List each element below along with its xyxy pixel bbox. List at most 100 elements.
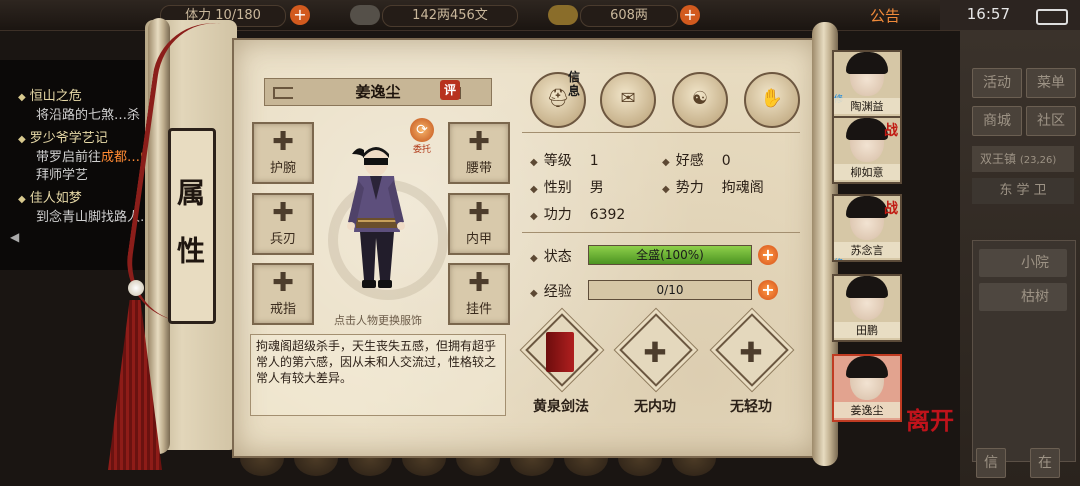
stat-value: 0 — [721, 153, 731, 169]
equip-slot-pendant[interactable]: ✚ 挂件 — [448, 263, 510, 325]
equip-slot-label: 戒指 — [269, 302, 296, 317]
info-label: 信息 — [568, 70, 581, 98]
mail-button[interactable]: 信 — [976, 448, 1006, 478]
divider — [522, 132, 800, 133]
plus-icon: ✚ — [643, 336, 667, 369]
member-name: 田鹏 — [834, 322, 900, 338]
leave-button[interactable]: 离开 — [906, 409, 954, 433]
skill-label: 黄泉剑法 — [533, 399, 589, 415]
skill-label: 无内功 — [634, 399, 676, 415]
state-bar: 全盛(100%) — [588, 245, 752, 265]
bagua-icon[interactable]: ☯ — [672, 72, 728, 128]
shop-button[interactable]: 商城 — [972, 106, 1022, 136]
community-button[interactable]: 社区 — [1026, 106, 1076, 136]
stat-power: ◆ 功力 6392 — [530, 204, 625, 224]
add-stamina-button[interactable]: + — [290, 5, 310, 25]
exp-bar: 0/10 — [588, 280, 752, 300]
character-avatar[interactable] — [318, 140, 448, 310]
stat-exp: ◆ 经验 — [530, 281, 590, 301]
activity-button[interactable]: 活动 — [972, 68, 1022, 98]
equip-slot-label: 护腕 — [269, 161, 296, 176]
plus-icon: ✚ — [272, 127, 294, 157]
location-name: 双王镇 — [980, 152, 1017, 166]
state-bar-text: 全盛(100%) — [636, 248, 704, 262]
device-status-bar: 16:57 — [940, 0, 1080, 30]
party-member[interactable]: 修 陶渊益 — [832, 50, 902, 118]
diamond-icon: ◆ — [662, 184, 670, 195]
party-member[interactable]: 战 修 苏念言 — [832, 194, 902, 262]
skill-slot-sword[interactable]: 黄泉剑法 — [525, 313, 599, 415]
portrait-hair — [846, 196, 888, 218]
meridian-icon[interactable]: ✋ — [744, 72, 800, 128]
location-display: 双王镇 (23,26) — [972, 146, 1074, 172]
equip-slot-belt[interactable]: ✚ 腰带 — [448, 122, 510, 184]
stat-label: 势力 — [675, 180, 704, 196]
restore-state-button[interactable]: + — [758, 245, 778, 265]
add-gold-button[interactable]: + — [680, 5, 700, 25]
skill-slot-inner[interactable]: ✚ 无内功 — [619, 313, 693, 415]
plus-icon: ✚ — [739, 336, 763, 369]
stat-favor: ◆ 好感 0 — [662, 150, 731, 170]
portrait-hair — [846, 52, 888, 74]
stat-value: 1 — [589, 153, 599, 169]
stat-gender: ◆ 性别 男 — [530, 177, 604, 197]
stat-label: 等级 — [543, 153, 572, 169]
equip-slot-label: 内甲 — [465, 232, 492, 247]
member-name: 姜逸尘 — [834, 402, 900, 418]
character-description: 拘魂阁超级杀手，天生丧失五感，但拥有超乎常人的第六感，因从未和人交流过，性格较之… — [250, 334, 506, 416]
stat-state: ◆ 状态 — [530, 246, 590, 266]
divider — [522, 232, 800, 233]
equip-slot-label: 挂件 — [465, 302, 492, 317]
equip-slot-ring[interactable]: ✚ 戒指 — [252, 263, 314, 325]
notice-button[interactable]: 公告 — [870, 5, 900, 26]
add-exp-button[interactable]: + — [758, 280, 778, 300]
equip-slot-weapon[interactable]: ✚ 兵刃 — [252, 193, 314, 255]
change-outfit-hint: 点击人物更换服饰 — [334, 314, 422, 327]
party-member[interactable]: 田鹏 — [832, 274, 902, 342]
equip-slot-wristguard[interactable]: ✚ 护腕 — [252, 122, 314, 184]
stat-label: 功力 — [543, 207, 572, 223]
member-tag: 战 — [884, 201, 898, 217]
scene-item[interactable]: 枯树 — [979, 283, 1067, 311]
scroll-title: 属性 — [168, 128, 216, 324]
gold-counter: 608两 — [580, 5, 678, 27]
stat-value: 6392 — [589, 207, 626, 223]
skill-label: 无轻功 — [730, 399, 772, 415]
member-tag: 战 — [884, 123, 898, 139]
equip-slot-label: 兵刃 — [269, 232, 296, 247]
scene-list: 小院 枯树 — [972, 240, 1076, 462]
diamond-icon: ◆ — [530, 211, 538, 222]
stat-value: 男 — [589, 180, 604, 196]
stat-faction: ◆ 势力 拘魂阁 — [662, 177, 764, 197]
diamond-icon: ◆ — [530, 157, 538, 168]
stat-label: 经验 — [543, 284, 572, 300]
rate-button[interactable]: 评 — [440, 80, 460, 100]
stat-label: 性别 — [543, 180, 572, 196]
online-button[interactable]: 在 — [1030, 448, 1060, 478]
plus-icon: ✚ — [468, 268, 490, 298]
stat-label: 好感 — [675, 153, 704, 169]
character-figure-icon — [347, 147, 405, 288]
party-member[interactable]: 战 柳如意 — [832, 116, 902, 184]
exp-bar-text: 0/10 — [656, 283, 684, 297]
skill-slot-lightness[interactable]: ✚ 无轻功 — [715, 313, 789, 415]
member-name: 苏念言 — [834, 242, 900, 258]
party-member-selected[interactable]: 姜逸尘 — [832, 354, 902, 422]
map-icon[interactable]: ✉ — [600, 72, 656, 128]
equip-slot-armor[interactable]: ✚ 内甲 — [448, 193, 510, 255]
scene-item[interactable]: 小院 — [979, 249, 1067, 277]
stat-label: 状态 — [543, 249, 572, 265]
entrust-icon: ⟳ — [410, 118, 434, 142]
collapse-left-arrow-icon[interactable]: ◀ — [10, 230, 19, 244]
stat-value: 拘魂阁 — [721, 180, 764, 196]
menu-button[interactable]: 菜单 — [1026, 68, 1076, 98]
gold-ingot-icon — [548, 5, 578, 25]
diamond-icon: ◆ — [530, 184, 538, 195]
quest-desc-text: 带罗启前往 — [36, 150, 102, 165]
diamond-icon: ◆ — [662, 157, 670, 168]
direction-tabs[interactable]: 东 学 卫 — [972, 178, 1074, 204]
plus-icon: ✚ — [468, 198, 490, 228]
plus-icon: ✚ — [468, 127, 490, 157]
clock: 16:57 — [966, 5, 1010, 23]
battery-icon — [1036, 9, 1068, 25]
